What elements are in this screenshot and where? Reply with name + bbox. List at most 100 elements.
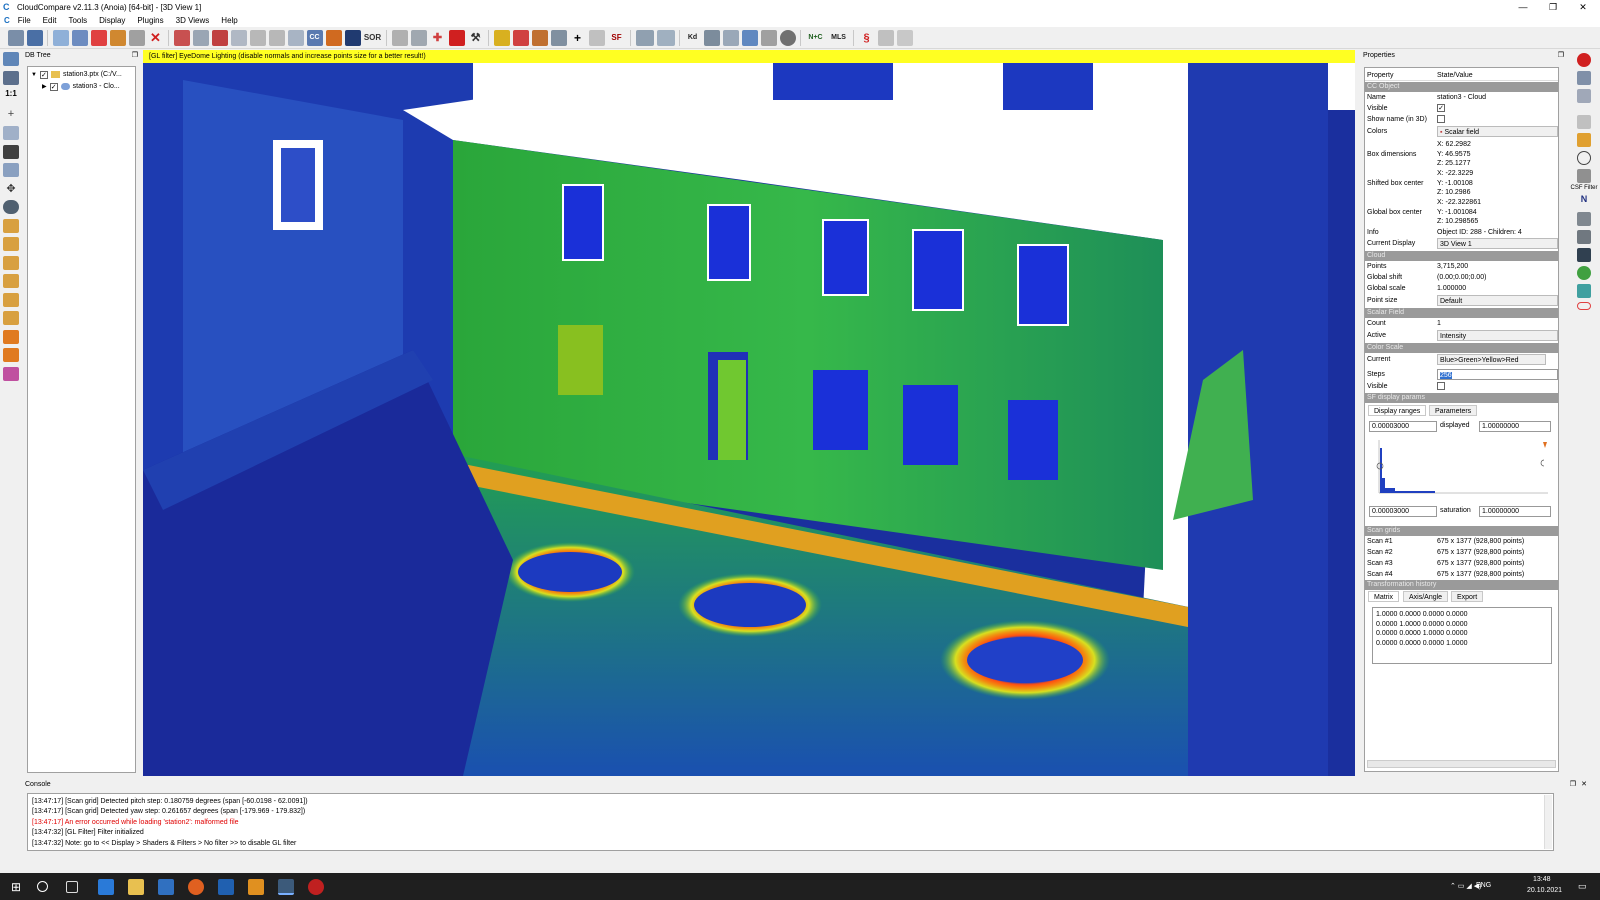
app-icon[interactable]	[158, 879, 174, 895]
active-sf-dropdown[interactable]: Intensity	[1437, 330, 1558, 341]
plane-icon[interactable]	[741, 29, 758, 46]
stereo-icon[interactable]	[3, 366, 19, 381]
min-displayed-spinbox[interactable]: 0.00003000	[1369, 421, 1437, 432]
close-panel-icon[interactable]: ✕	[1581, 779, 1587, 790]
stop-icon[interactable]	[1577, 53, 1591, 67]
sf-filter-icon[interactable]	[550, 29, 567, 46]
visibility-checkbox[interactable]: ✓	[39, 70, 48, 79]
expand-icon[interactable]: ▶	[42, 83, 47, 90]
point-cloud-render[interactable]	[143, 50, 1355, 776]
mail-icon[interactable]	[98, 879, 114, 895]
registration-icon[interactable]	[192, 29, 209, 46]
sphere-icon[interactable]	[779, 29, 796, 46]
point-size-dropdown[interactable]: Default	[1437, 295, 1558, 306]
cc-icon[interactable]: CC	[306, 29, 323, 46]
open-icon[interactable]	[7, 29, 24, 46]
view-back-icon[interactable]	[3, 311, 19, 325]
cloudcompare-taskbar-icon[interactable]	[278, 879, 294, 895]
tool-icon[interactable]: ⚒	[468, 30, 484, 46]
matrix-icon[interactable]	[1577, 248, 1591, 262]
n-app-icon[interactable]	[218, 879, 234, 895]
file-explorer-icon[interactable]	[128, 879, 144, 895]
steps-spinbox[interactable]: 256	[1440, 372, 1452, 379]
erase-icon[interactable]	[448, 29, 465, 46]
extra-icon[interactable]	[896, 29, 913, 46]
pick-icon[interactable]	[391, 29, 408, 46]
tree-item-cloud[interactable]: ▶ ✓ station3 - Clo...	[42, 81, 120, 92]
app-2-icon[interactable]	[248, 879, 264, 895]
max-saturation-spinbox[interactable]: 1.00000000	[1479, 506, 1551, 517]
transformation-matrix[interactable]: 1.0000 0.0000 0.0000 0.0000 0.0000 1.000…	[1372, 607, 1552, 664]
segment-icon[interactable]	[230, 29, 247, 46]
3d-view[interactable]: [GL filter] EyeDome Lighting (disable no…	[143, 50, 1355, 776]
clock-time[interactable]: 13:48	[1533, 876, 1551, 883]
delete-icon[interactable]: ✕	[148, 30, 164, 46]
menu-help[interactable]: Help	[215, 14, 243, 27]
clock-date[interactable]: 20.10.2021	[1527, 887, 1562, 894]
min-saturation-spinbox[interactable]: 0.00003000	[1369, 506, 1437, 517]
colors-dropdown[interactable]: ▪ Scalar field	[1437, 126, 1558, 137]
tab-export[interactable]: Export	[1451, 591, 1484, 602]
properties-scrollbar[interactable]	[1367, 760, 1556, 768]
menu-edit[interactable]: Edit	[37, 14, 63, 27]
global-zoom-icon[interactable]	[3, 52, 19, 66]
scan-icon[interactable]	[1577, 71, 1591, 85]
north-icon[interactable]: N	[1577, 194, 1591, 208]
crop-icon[interactable]	[249, 29, 266, 46]
color-icon[interactable]	[1577, 284, 1591, 298]
fm-icon[interactable]	[703, 29, 720, 46]
move-icon[interactable]: ✥	[3, 182, 19, 196]
normals-cc-button[interactable]: N+C	[806, 30, 826, 46]
sf-button[interactable]: SF	[608, 30, 626, 46]
histogram-icon[interactable]	[410, 29, 427, 46]
iso-view-1-icon[interactable]	[3, 329, 19, 344]
menu-file[interactable]: File	[12, 14, 37, 27]
cloud-cloud-icon[interactable]	[656, 29, 675, 46]
tree-item-file[interactable]: ▼ ✓ station3.ptx (C:/V...	[31, 69, 122, 80]
shield-icon[interactable]	[1577, 169, 1591, 183]
stamp-icon[interactable]	[1577, 212, 1591, 226]
perspective-icon[interactable]	[3, 163, 19, 177]
sor-filter-button[interactable]: SOR	[364, 30, 382, 46]
tab-display-ranges[interactable]: Display ranges	[1368, 405, 1427, 416]
mesh-icon[interactable]	[722, 29, 739, 46]
color-scale-dropdown[interactable]: Blue>Green>Yellow>Red	[1437, 354, 1546, 365]
pivot-visibility-icon[interactable]	[3, 126, 19, 140]
point-picking-icon[interactable]	[3, 144, 19, 159]
iso-view-2-icon[interactable]	[3, 348, 19, 362]
distance-icon[interactable]	[211, 29, 228, 46]
subsample-icon[interactable]	[109, 29, 126, 46]
label-icon[interactable]	[325, 29, 342, 46]
compare-icon[interactable]	[635, 29, 654, 46]
view-left-icon[interactable]	[3, 255, 19, 270]
float-panel-icon[interactable]: ❐	[132, 50, 138, 61]
menu-tools[interactable]: Tools	[62, 14, 93, 27]
menu-plugins[interactable]: Plugins	[131, 14, 169, 27]
zoom-icon[interactable]	[3, 200, 19, 214]
add-sf-icon[interactable]: +	[570, 30, 586, 46]
view-bottom-icon[interactable]	[3, 292, 19, 307]
table-icon[interactable]	[1577, 115, 1591, 129]
search-icon[interactable]	[37, 881, 48, 892]
sf-histogram[interactable]	[1373, 438, 1553, 498]
notification-icon[interactable]: ▭	[1578, 881, 1587, 892]
sf-export-icon[interactable]	[588, 29, 605, 46]
view-front-icon[interactable]	[3, 218, 19, 233]
expand-icon[interactable]: ▼	[31, 72, 37, 78]
ellipse-icon[interactable]	[1577, 302, 1591, 310]
scale-icon[interactable]	[268, 29, 285, 46]
restore-button[interactable]: ❐	[1538, 0, 1568, 14]
scale-visible-checkbox[interactable]	[1437, 382, 1445, 390]
minimize-button[interactable]: —	[1508, 0, 1538, 14]
convert-icon[interactable]	[128, 29, 145, 46]
grid-icon[interactable]	[344, 29, 361, 46]
clone-icon[interactable]	[52, 29, 69, 46]
tab-matrix[interactable]: Matrix	[1368, 591, 1400, 602]
sf-arithmetic-icon[interactable]	[531, 29, 548, 46]
start-icon[interactable]: ⊞	[8, 879, 24, 895]
bar-chart-icon[interactable]	[493, 29, 510, 46]
tree-icon[interactable]	[1577, 230, 1591, 244]
translate-icon[interactable]	[287, 29, 304, 46]
float-panel-icon[interactable]: ❐	[1570, 779, 1576, 790]
language-indicator[interactable]: ENG	[1476, 882, 1491, 889]
